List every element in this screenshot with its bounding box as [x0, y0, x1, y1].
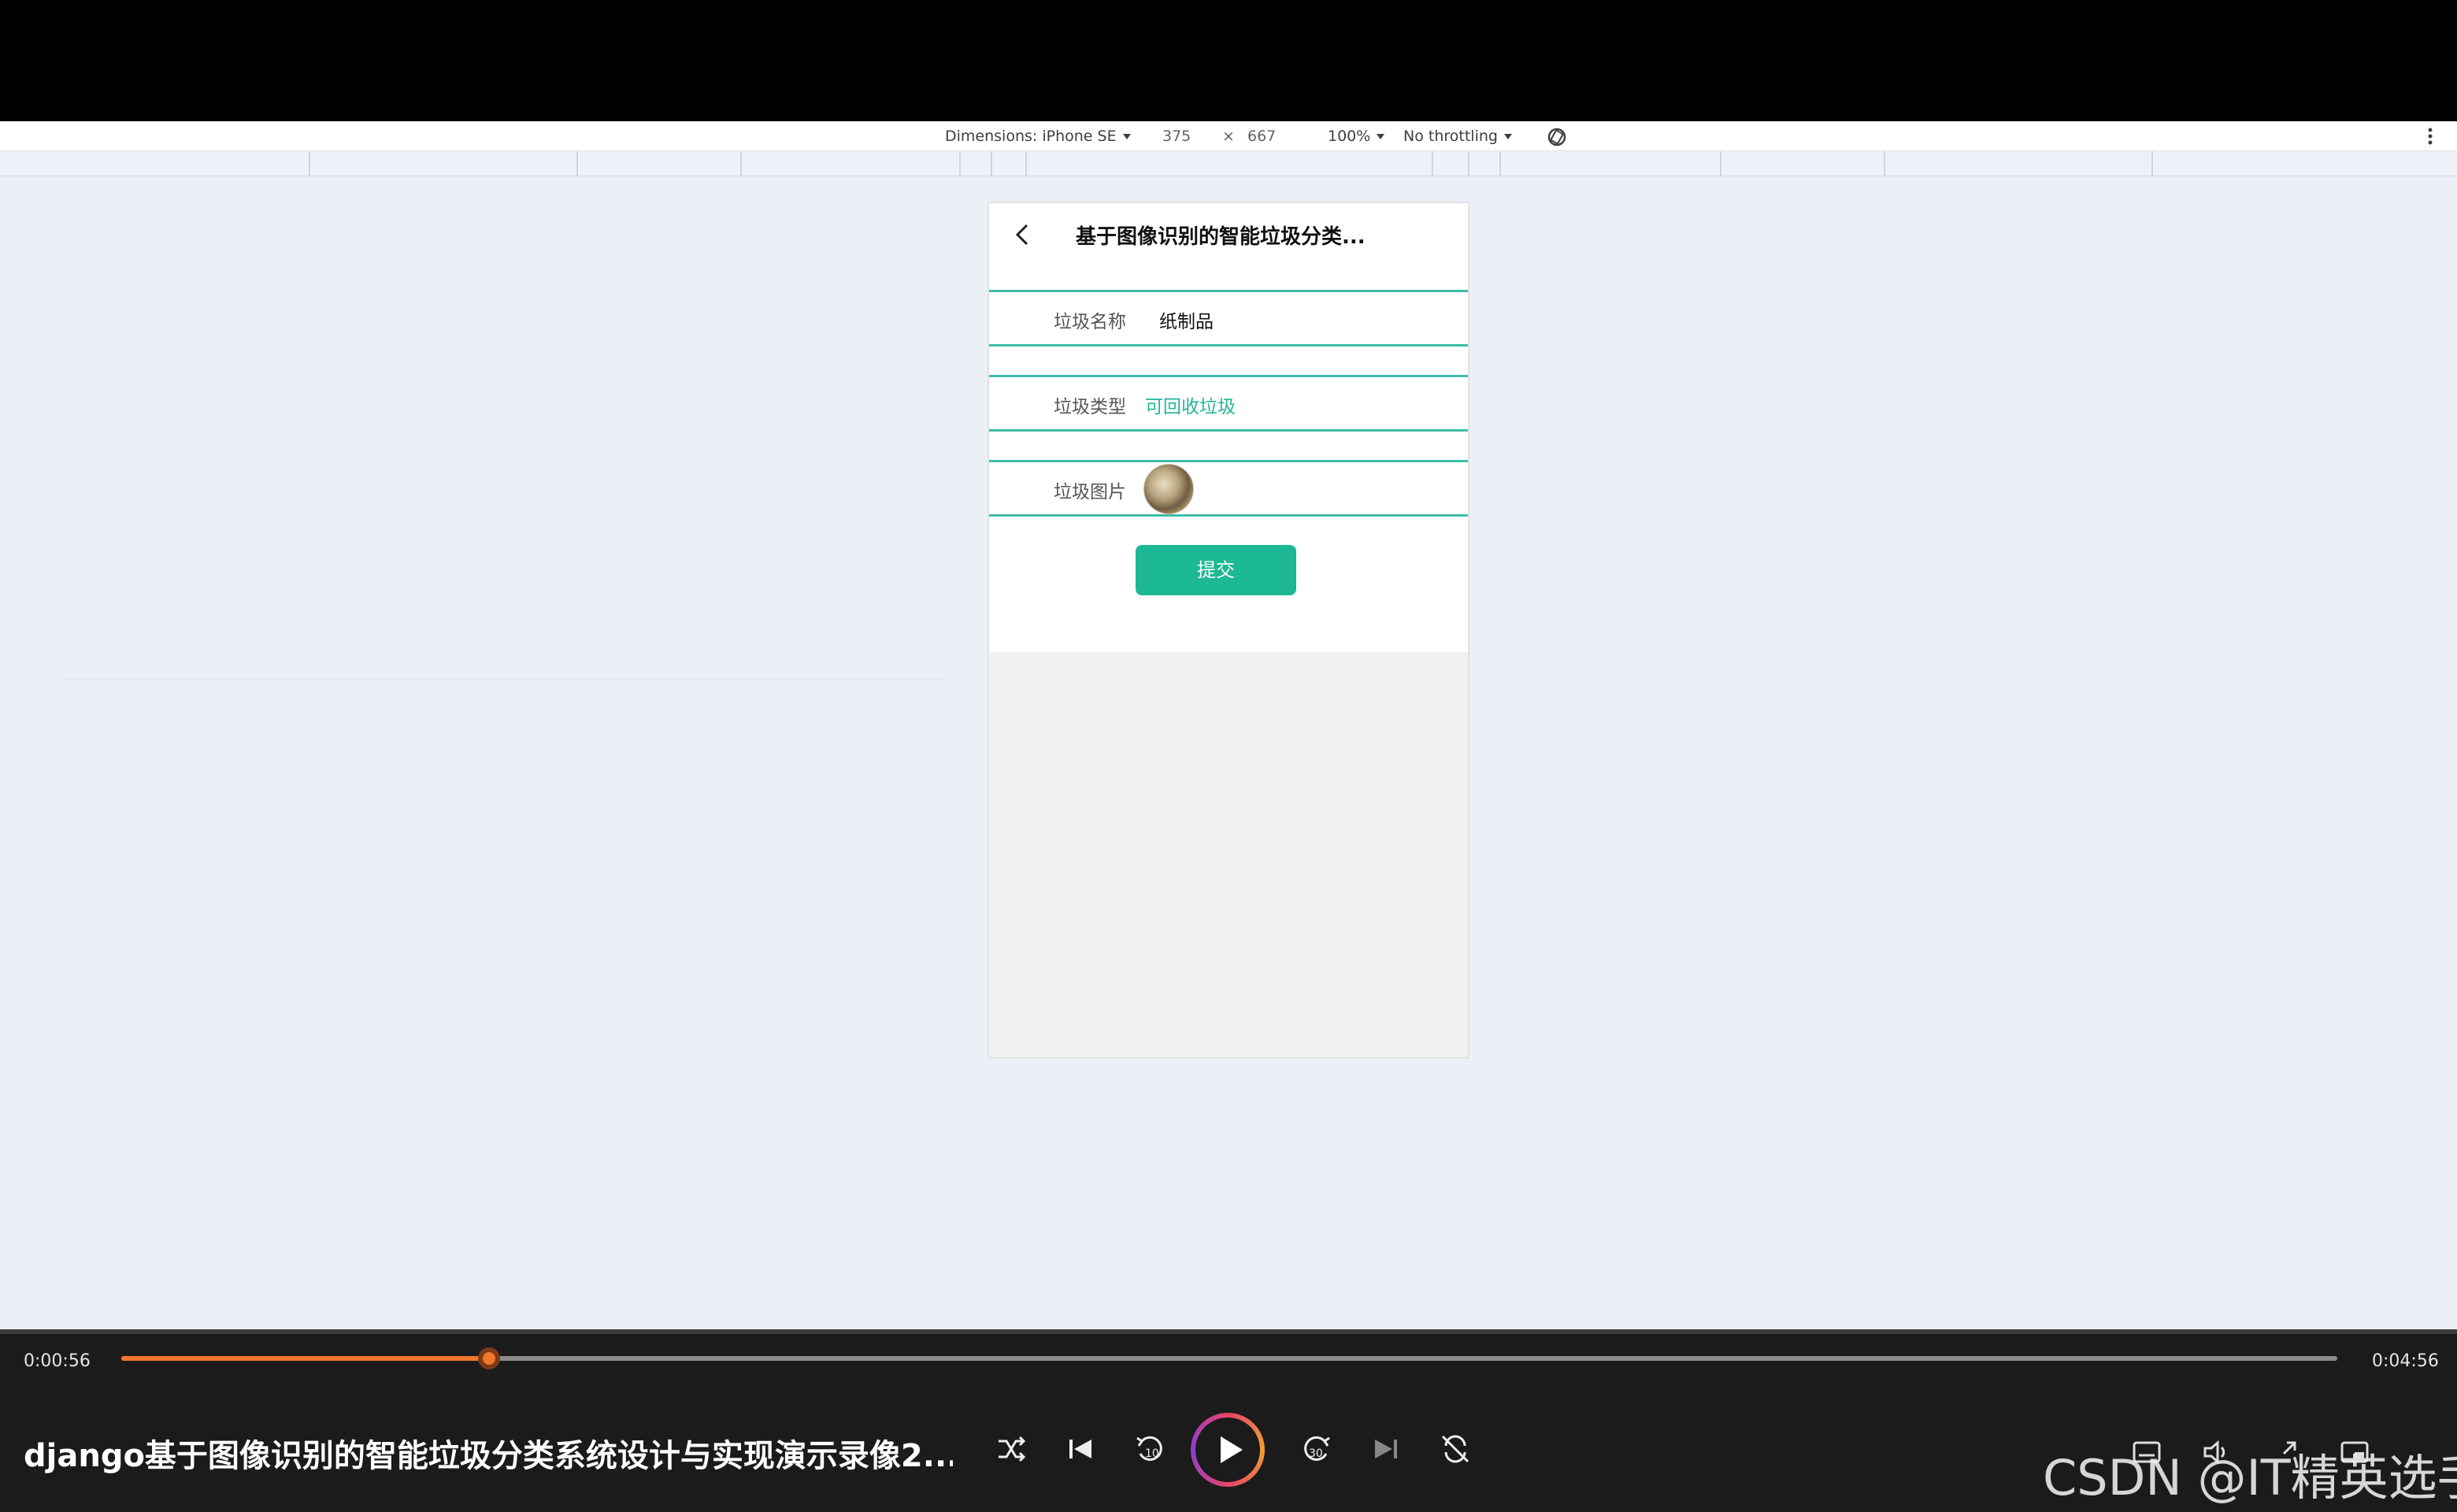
shuffle-icon[interactable] — [992, 1430, 1030, 1468]
progress-fill — [121, 1356, 490, 1361]
rewind-seconds: 10 — [1145, 1447, 1159, 1460]
previous-track-icon[interactable] — [1062, 1430, 1099, 1468]
play-icon — [1221, 1436, 1243, 1463]
play-button[interactable] — [1191, 1413, 1265, 1487]
height-input[interactable]: 667 — [1247, 128, 1276, 145]
progress-handle[interactable] — [478, 1347, 501, 1369]
divider — [63, 678, 943, 680]
devtools-device-toolbar: Dimensions: iPhone SE 375 × 667 100% No … — [0, 121, 2457, 151]
csdn-watermark: CSDN @IT精英选手 — [2043, 1449, 2457, 1506]
rewind-10-icon[interactable]: 10 — [1131, 1430, 1169, 1468]
video-title: django基于图像识别的智能垃圾分类系统设计与实现演示录像2... — [24, 1438, 953, 1474]
dimensions-select[interactable]: Dimensions: iPhone SE — [945, 128, 1131, 145]
zoom-select[interactable]: 100% — [1328, 128, 1385, 145]
rotate-icon[interactable] — [1545, 125, 1569, 149]
forward-30-icon[interactable]: 30 — [1298, 1430, 1336, 1468]
throttling-label: No throttling — [1403, 128, 1498, 145]
width-input[interactable]: 375 — [1162, 128, 1191, 145]
chevron-down-icon — [1377, 134, 1385, 139]
zoom-label: 100% — [1328, 128, 1371, 145]
form-panel: 基于图像识别的智能垃圾分类... 垃圾名称 纸制品 垃圾类型 可回收垃圾 垃圾图… — [989, 203, 1468, 652]
garbage-image-row[interactable]: 垃圾图片 — [989, 460, 1468, 517]
times-symbol: × — [1222, 128, 1235, 145]
chevron-down-icon — [1503, 134, 1512, 139]
next-track-icon[interactable] — [1367, 1430, 1405, 1468]
current-time: 0:00:56 — [24, 1351, 91, 1371]
throttling-select[interactable]: No throttling — [1403, 128, 1512, 145]
back-arrow-icon[interactable] — [1010, 219, 1038, 250]
media-query-ruler — [0, 151, 2457, 176]
garbage-image-label: 垃圾图片 — [1054, 482, 1126, 502]
forward-seconds: 30 — [1309, 1447, 1323, 1460]
garbage-image-thumbnail[interactable] — [1143, 464, 1194, 514]
phone-screen: 基于图像识别的智能垃圾分类... 垃圾名称 纸制品 垃圾类型 可回收垃圾 垃圾图… — [988, 202, 1469, 1058]
duration: 0:04:56 — [2372, 1351, 2439, 1371]
garbage-name-row[interactable]: 垃圾名称 纸制品 — [989, 290, 1468, 346]
garbage-type-label: 垃圾类型 — [1054, 397, 1126, 417]
progress-bar[interactable] — [121, 1347, 2337, 1369]
top-black-band — [0, 0, 2457, 121]
repeat-off-icon[interactable] — [1436, 1430, 1474, 1468]
chevron-down-icon — [1122, 134, 1131, 139]
garbage-type-row[interactable]: 垃圾类型 可回收垃圾 — [989, 375, 1468, 432]
submit-button[interactable]: 提交 — [1136, 545, 1296, 595]
garbage-type-value[interactable]: 可回收垃圾 — [1145, 391, 1236, 418]
page-title: 基于图像识别的智能垃圾分类... — [1076, 225, 1366, 249]
more-options-icon[interactable] — [2426, 126, 2435, 146]
garbage-name-label: 垃圾名称 — [1054, 312, 1126, 332]
garbage-name-value[interactable]: 纸制品 — [1159, 306, 1214, 333]
dimensions-label: Dimensions: iPhone SE — [945, 128, 1117, 145]
